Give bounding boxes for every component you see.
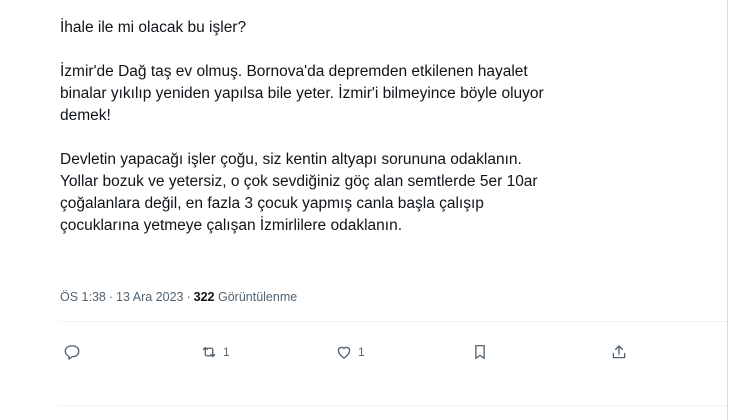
views-label: Görüntülenme (217, 290, 298, 304)
tweet-line: çocuklarına yetmeye çalışan İzmirlilere … (60, 217, 403, 234)
tweet-text: İhale ile mi olacak bu işler? İzmir'de D… (60, 17, 660, 237)
meta-separator: · (108, 290, 114, 304)
tweet-line: çoğalanlara değil, en fazla 3 çocuk yapm… (60, 195, 484, 212)
like-button[interactable]: 1 (335, 342, 365, 362)
tweet-line: İzmir'de Dağ taş ev olmuş. Bornova'da de… (60, 63, 528, 80)
tweet-date: 13 Ara 2023 (116, 290, 184, 304)
tweet-line: Yollar bozuk ve yetersiz, o çok sevdiğin… (60, 173, 538, 190)
like-count: 1 (358, 345, 365, 359)
tweet-line: İhale ile mi olacak bu işler? (60, 19, 247, 36)
tweet-line: binalar yıkılıp yeniden yapılsa bile yet… (60, 85, 544, 102)
share-icon (612, 345, 626, 359)
reply-button[interactable] (63, 342, 86, 362)
tweet-paragraph-1: İhale ile mi olacak bu işler? (60, 17, 660, 39)
share-button[interactable] (610, 342, 628, 362)
tweet-time: ÖS 1:38 (60, 290, 106, 304)
meta-separator: · (186, 290, 191, 304)
reply-icon (64, 345, 80, 360)
views-count: 322 (193, 290, 215, 304)
retweet-button[interactable]: 1 (200, 342, 230, 362)
bookmark-icon (475, 344, 485, 360)
retweet-count: 1 (223, 345, 230, 359)
tweet-paragraph-3: Devletin yapacağı işler çoğu, siz kentin… (60, 149, 660, 237)
heart-icon (337, 346, 351, 359)
bookmark-button[interactable] (471, 342, 489, 362)
tweet-time-link[interactable]: ÖS 1:38 · 13 Ara 2023 (60, 290, 183, 304)
tweet-line: demek! (60, 107, 111, 124)
panel-border (727, 0, 728, 420)
actions-divider (58, 321, 727, 322)
tweet-paragraph-2: İzmir'de Dağ taş ev olmuş. Bornova'da de… (60, 61, 660, 127)
tweet-meta: ÖS 1:38 · 13 Ara 2023 · 322 Görüntülenme (60, 290, 297, 304)
tweet-line: Devletin yapacağı işler çoğu, siz kentin… (60, 151, 522, 168)
bottom-divider (58, 405, 727, 406)
retweet-icon (202, 346, 216, 358)
